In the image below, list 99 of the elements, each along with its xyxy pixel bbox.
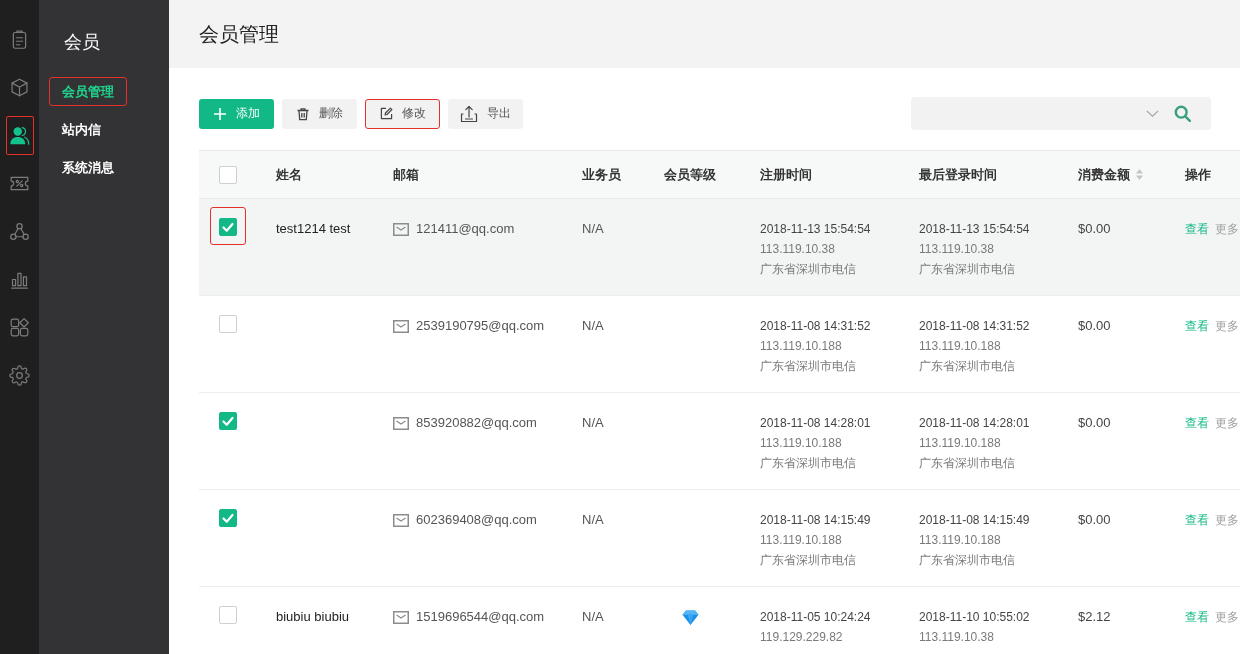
apps-icon — [9, 317, 30, 338]
email-address: 853920882@qq.com — [416, 414, 537, 432]
member-name: biubiu biubiu — [276, 609, 349, 624]
action-link[interactable]: 查看 — [1185, 219, 1209, 239]
last-login-time: 2018-11-08 14:31:52 — [919, 318, 1030, 335]
checkmark-icon — [222, 416, 234, 426]
last-login-ip: 113.119.10.38 — [919, 629, 994, 646]
checkbox[interactable] — [219, 509, 237, 527]
trash-icon — [296, 106, 310, 121]
spend-amount: $0.00 — [1078, 415, 1111, 430]
registration-location: 广东省深圳市电信 — [760, 552, 856, 569]
last-login-location: 广东省深圳市电信 — [919, 455, 1015, 472]
registration-time: 2018-11-08 14:15:49 — [760, 512, 871, 529]
last-login-time: 2018-11-13 15:54:54 — [919, 221, 1030, 238]
registration-time: 2018-11-05 10:24:24 — [760, 609, 871, 626]
toolbar-button[interactable]: 导出 — [448, 98, 523, 129]
sidebar-item[interactable]: 系统消息 — [49, 153, 127, 182]
nav-button[interactable] — [5, 116, 34, 155]
salesperson-value: N/A — [582, 609, 604, 624]
action-link[interactable]: 查看 — [1185, 607, 1209, 627]
registration-time: 2018-11-13 15:54:54 — [760, 221, 871, 238]
last-login-ip: 113.119.10.38 — [919, 241, 994, 258]
search-field[interactable] — [911, 97, 1211, 130]
mail-icon — [393, 513, 409, 527]
last-login-ip: 113.119.10.188 — [919, 338, 1001, 355]
salesperson-value: N/A — [582, 512, 604, 527]
email-address: 2539190795@qq.com — [416, 317, 545, 335]
action-link[interactable]: 更多 — [1215, 607, 1239, 627]
last-login-location: 广东省深圳市电信 — [919, 358, 1015, 375]
action-link[interactable]: 查看 — [1185, 510, 1209, 530]
mail-icon — [393, 610, 409, 624]
column-header: 消费金额 — [1078, 165, 1130, 184]
page-title: 会员管理 — [199, 21, 279, 47]
checkbox[interactable] — [219, 218, 237, 236]
checkmark-icon — [222, 222, 234, 232]
mail-icon — [393, 319, 409, 333]
column-header: 注册时间 — [760, 165, 812, 184]
registration-time: 2018-11-08 14:31:52 — [760, 318, 871, 335]
sidebar-item[interactable]: 会员管理 — [49, 77, 127, 106]
column-header: 操作 — [1185, 165, 1211, 184]
email-address: 602369408@qq.com — [416, 511, 537, 529]
column-header: 最后登录时间 — [919, 165, 997, 184]
registration-location: 广东省深圳市电信 — [760, 455, 856, 472]
action-link[interactable]: 查看 — [1185, 316, 1209, 336]
last-login-ip: 113.119.10.188 — [919, 435, 1001, 452]
registration-location: 广东省深圳市电信 — [760, 261, 856, 278]
edit-icon — [379, 107, 393, 120]
spend-amount: $2.12 — [1078, 609, 1111, 624]
action-link[interactable]: 查看 — [1185, 413, 1209, 433]
registration-ip: 113.119.10.188 — [760, 532, 842, 549]
toolbar-button[interactable]: 修改 — [365, 98, 440, 129]
salesperson-value: N/A — [582, 221, 604, 236]
gear-icon — [9, 365, 30, 386]
search-icon[interactable] — [1174, 105, 1191, 122]
registration-ip: 113.119.10.38 — [760, 241, 835, 258]
email-address: 121411@qq.com — [416, 220, 515, 238]
last-login-location: 广东省深圳市电信 — [919, 261, 1015, 278]
sidebar-item[interactable]: 站内信 — [49, 115, 114, 144]
toolbar-button[interactable]: 删除 — [282, 98, 357, 129]
column-header: 姓名 — [276, 165, 302, 184]
cube-icon — [9, 77, 30, 98]
toolbar-button[interactable]: 添加 — [199, 98, 274, 129]
spend-amount: $0.00 — [1078, 512, 1111, 527]
action-link[interactable]: 更多 — [1215, 316, 1239, 336]
mail-icon — [393, 416, 409, 430]
spend-amount: $0.00 — [1078, 318, 1111, 333]
sidebar-title: 会员 — [64, 31, 100, 54]
users-icon — [9, 125, 30, 146]
action-link[interactable]: 更多 — [1215, 219, 1239, 239]
registration-location: 广东省深圳市电信 — [760, 358, 856, 375]
checkbox[interactable] — [219, 315, 237, 333]
mail-icon — [393, 222, 409, 236]
column-header: 会员等级 — [664, 165, 716, 184]
action-link[interactable]: 更多 — [1215, 413, 1239, 433]
last-login-time: 2018-11-10 10:55:02 — [919, 609, 1030, 626]
registration-ip: 113.119.10.188 — [760, 338, 842, 355]
nodes-icon — [9, 221, 30, 242]
member-name: test1214 test — [276, 221, 351, 236]
action-link[interactable]: 更多 — [1215, 510, 1239, 530]
last-login-location: 广东省深圳市电信 — [919, 552, 1015, 569]
checkbox[interactable] — [219, 165, 237, 184]
checkbox[interactable] — [219, 606, 237, 624]
last-login-ip: 113.119.10.188 — [919, 532, 1001, 549]
checkmark-icon — [222, 513, 234, 523]
registration-ip: 119.129.229.82 — [760, 629, 843, 646]
spend-amount: $0.00 — [1078, 221, 1111, 236]
column-header: 业务员 — [582, 165, 621, 184]
sort-icon[interactable] — [1136, 169, 1143, 180]
plus-icon — [213, 106, 227, 121]
last-login-time: 2018-11-08 14:15:49 — [919, 512, 1030, 529]
salesperson-value: N/A — [582, 318, 604, 333]
registration-time: 2018-11-08 14:28:01 — [760, 415, 871, 432]
registration-ip: 113.119.10.188 — [760, 435, 842, 452]
checkbox[interactable] — [219, 412, 237, 430]
last-login-time: 2018-11-08 14:28:01 — [919, 415, 1030, 432]
upload-icon — [460, 104, 478, 123]
column-header: 邮箱 — [393, 165, 419, 184]
salesperson-value: N/A — [582, 415, 604, 430]
email-address: 1519696544@qq.com — [416, 608, 545, 626]
